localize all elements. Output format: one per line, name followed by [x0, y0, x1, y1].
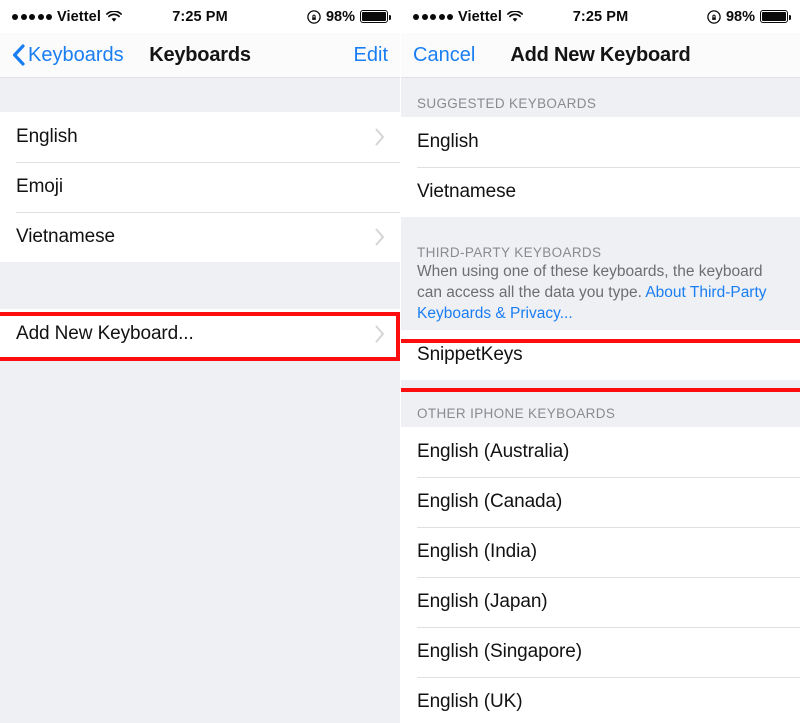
rotation-lock-icon [307, 9, 321, 24]
list-item-label: Emoji [16, 176, 64, 197]
edit-button[interactable]: Edit [354, 44, 388, 67]
list-item-english-india[interactable]: English (India) [401, 527, 800, 577]
right-content: SUGGESTED KEYBOARDS English Vietnamese T… [401, 78, 800, 723]
battery-full-icon [760, 10, 791, 23]
battery-full-icon [360, 10, 391, 23]
section-gap-third-party [401, 217, 800, 245]
section-gap-other [401, 380, 800, 396]
back-button[interactable]: Keyboards [12, 44, 124, 67]
list-item-label: English (Japan) [417, 591, 548, 612]
list-item-label: English (Singapore) [417, 641, 582, 662]
signal-strength-icon [413, 13, 453, 20]
section-gap-top-right [401, 78, 800, 86]
list-item-label: SnippetKeys [417, 344, 523, 365]
back-button-label: Keyboards [28, 43, 124, 66]
left-content: English Emoji Vietnamese Add New Keyboar… [0, 78, 400, 722]
list-item-vietnamese[interactable]: Vietnamese [0, 212, 400, 262]
carrier-name: Viettel [57, 8, 101, 25]
nav-bar-right: Cancel Add New Keyboard [401, 33, 800, 78]
nav-bar-left: Keyboards Keyboards Edit [0, 33, 400, 78]
list-item-english-canada[interactable]: English (Canada) [401, 477, 800, 527]
other-iphone-keyboards-list: English (Australia) English (Canada) Eng… [401, 427, 800, 723]
list-item-emoji[interactable]: Emoji [0, 162, 400, 212]
battery-percent-label: 98% [325, 8, 355, 25]
status-bar-right-group: 98% [707, 8, 791, 25]
chevron-right-icon [374, 227, 386, 247]
list-item-label: English (Canada) [417, 491, 563, 512]
list-item-english[interactable]: English [0, 112, 400, 162]
wifi-icon [106, 9, 122, 23]
list-item-label: English [417, 131, 479, 152]
list-item-english-singapore[interactable]: English (Singapore) [401, 627, 800, 677]
list-item-label: Add New Keyboard... [16, 323, 194, 344]
list-item-label: Vietnamese [417, 181, 516, 202]
status-bar-right-group: 98% [307, 8, 391, 25]
cancel-button[interactable]: Cancel [413, 44, 475, 67]
section-header-suggested: SUGGESTED KEYBOARDS [401, 86, 800, 117]
status-bar-right: Viettel 7:25 PM 98% [401, 0, 800, 33]
list-item-add-new-keyboard[interactable]: Add New Keyboard... [0, 309, 400, 359]
third-party-privacy-note: When using one of these keyboards, the k… [401, 261, 800, 330]
status-bar-carrier-group: Viettel [413, 9, 523, 25]
carrier-name: Viettel [458, 8, 502, 25]
status-bar-left: Viettel 7:25 PM 98% [0, 0, 400, 33]
section-gap-mid-left [0, 262, 400, 309]
suggested-keyboards-list: English Vietnamese [401, 117, 800, 217]
list-item-label: English (UK) [417, 691, 523, 712]
list-item-label: English (Australia) [417, 441, 570, 462]
chevron-left-icon [12, 44, 25, 66]
list-item-suggested-vietnamese[interactable]: Vietnamese [401, 167, 800, 217]
chevron-right-icon [374, 127, 386, 147]
section-gap-top-left [0, 78, 400, 112]
list-item-snippetkeys[interactable]: SnippetKeys [401, 330, 800, 380]
status-bar-carrier-group: Viettel [12, 9, 122, 25]
wifi-icon [507, 9, 523, 23]
list-item-english-uk[interactable]: English (UK) [401, 677, 800, 723]
list-item-english-australia[interactable]: English (Australia) [401, 427, 800, 477]
left-phone-screen: Viettel 7:25 PM 98% Keyboards Keyboards … [0, 0, 400, 723]
section-gap-bottom-left [0, 359, 400, 722]
screenshot-root: Viettel 7:25 PM 98% Keyboards Keyboards … [0, 0, 800, 723]
list-item-suggested-english[interactable]: English [401, 117, 800, 167]
list-item-label: Vietnamese [16, 226, 115, 247]
section-header-other-iphone: OTHER IPHONE KEYBOARDS [401, 396, 800, 427]
chevron-right-icon [374, 324, 386, 344]
add-keyboard-group: Add New Keyboard... [0, 309, 400, 359]
keyboards-list: English Emoji Vietnamese [0, 112, 400, 262]
right-phone-screen: Viettel 7:25 PM 98% Cancel Add New Keybo… [400, 0, 800, 723]
battery-percent-label: 98% [725, 8, 755, 25]
third-party-keyboards-list: SnippetKeys [401, 330, 800, 380]
list-item-label: English [16, 126, 78, 147]
list-item-english-japan[interactable]: English (Japan) [401, 577, 800, 627]
list-item-label: English (India) [417, 541, 537, 562]
signal-strength-icon [12, 13, 52, 20]
rotation-lock-icon [707, 9, 721, 24]
section-header-third-party: THIRD-PARTY KEYBOARDS [401, 245, 800, 261]
